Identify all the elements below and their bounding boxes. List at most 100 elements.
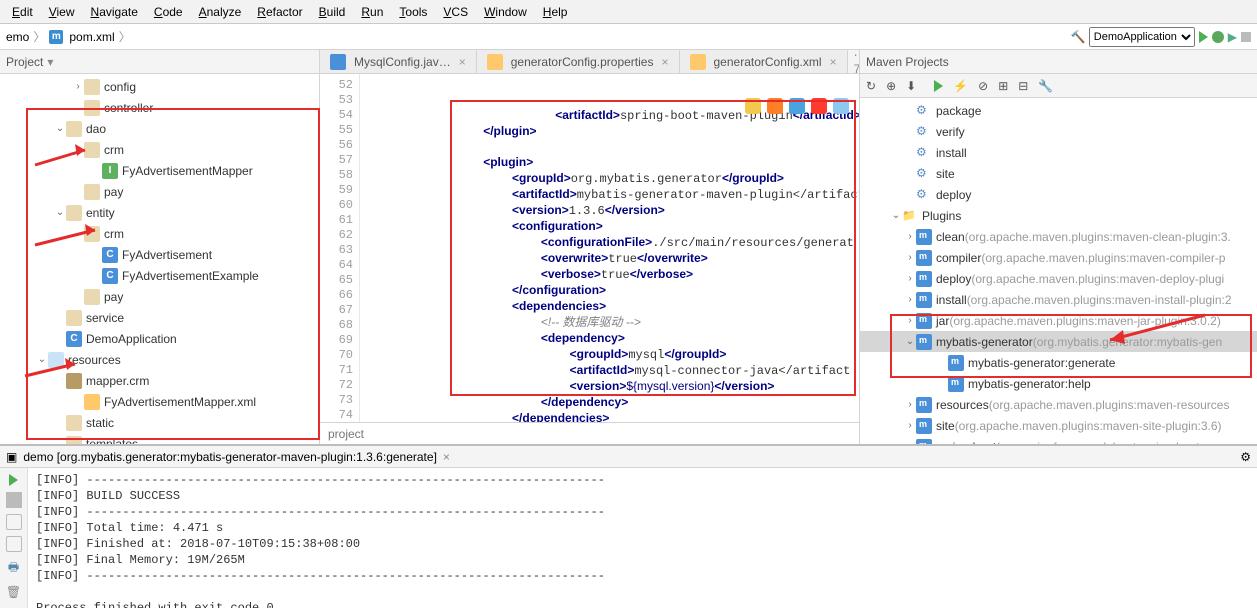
tree-item-dao[interactable]: ⌄dao [0,118,319,139]
opera-icon[interactable] [811,98,827,114]
trash-icon[interactable]: 🗑 [6,585,21,599]
maven-plugin-site[interactable]: ›site (org.apache.maven.plugins:maven-si… [860,415,1257,436]
toggle-icon[interactable] [6,536,22,552]
maven-lifecycle-site[interactable]: site [860,163,1257,184]
tree-item-service[interactable]: service [0,307,319,328]
stop-icon[interactable] [1241,32,1251,42]
rerun-icon[interactable] [9,474,18,486]
maven-exec-icon[interactable]: ⚡ [953,79,968,93]
chevron-icon[interactable]: ⌄ [904,336,916,347]
close-icon[interactable]: × [661,55,668,69]
tree-item-fyadvertisementexample[interactable]: CFyAdvertisementExample [0,265,319,286]
project-panel-header[interactable]: Project ▾ [0,50,319,74]
safari-icon[interactable] [789,98,805,114]
generate-icon[interactable]: ⊕ [886,79,896,93]
tree-item-pay[interactable]: pay [0,181,319,202]
menu-view[interactable]: View [41,3,83,21]
tree-item-config[interactable]: ›config [0,76,319,97]
chevron-icon[interactable]: ⌄ [890,210,902,221]
maven-plugin-mybatis-generator-generate[interactable]: mybatis-generator:generate [860,352,1257,373]
maven-plugin-deploy[interactable]: ›deploy (org.apache.maven.plugins:maven-… [860,268,1257,289]
menu-run[interactable]: Run [353,3,391,21]
menu-refactor[interactable]: Refactor [249,3,310,21]
chevron-icon[interactable]: › [904,273,916,284]
chevron-icon[interactable]: › [904,231,916,242]
maven-run-icon[interactable] [934,80,943,92]
tree-item-fyadvertisementmapper-xml[interactable]: FyAdvertisementMapper.xml [0,391,319,412]
maven-plugin-resources[interactable]: ›resources (org.apache.maven.plugins:mav… [860,394,1257,415]
edge-icon[interactable] [833,98,849,114]
maven-plugin-compiler[interactable]: ›compiler (org.apache.maven.plugins:mave… [860,247,1257,268]
chevron-icon[interactable]: › [904,420,916,431]
close-icon[interactable]: × [443,450,450,464]
menu-navigate[interactable]: Navigate [83,3,146,21]
collapse-icon[interactable]: ⊟ [1018,79,1028,93]
maven-plugin-jar[interactable]: ›jar (org.apache.maven.plugins:maven-jar… [860,310,1257,331]
chevron-icon[interactable]: ⌄ [72,228,84,239]
chevron-icon[interactable]: ⌄ [54,207,66,218]
chevron-icon[interactable]: ⌄ [72,144,84,155]
close-icon[interactable]: × [459,55,466,69]
tree-item-entity[interactable]: ⌄entity [0,202,319,223]
tree-item-controller[interactable]: controller [0,97,319,118]
editor-tab[interactable]: MysqlConfig.jav…× [320,50,477,73]
chevron-icon[interactable]: › [904,315,916,326]
menu-help[interactable]: Help [535,3,576,21]
maven-plugin-mybatis-generator[interactable]: ⌄mybatis-generator (org.mybatis.generato… [860,331,1257,352]
chevron-icon[interactable]: › [904,294,916,305]
menu-tools[interactable]: Tools [391,3,435,21]
maven-plugin-clean[interactable]: ›clean (org.apache.maven.plugins:maven-c… [860,226,1257,247]
chevron-icon[interactable]: › [904,399,916,410]
tree-item-demoapplication[interactable]: CDemoApplication [0,328,319,349]
tree-item-fyadvertisementmapper[interactable]: IFyAdvertisementMapper [0,160,319,181]
editor-tab[interactable]: generatorConfig.properties× [477,50,680,73]
settings-icon[interactable]: ⚙ [1240,450,1251,464]
chevron-icon[interactable]: ⌄ [54,123,66,134]
editor-body[interactable]: 5253545556575859606162636465666768697071… [320,74,859,422]
tree-item-fyadvertisement[interactable]: CFyAdvertisement [0,244,319,265]
chevron-icon[interactable]: › [72,81,84,92]
dropdown-icon[interactable]: ▾ [47,55,53,69]
print-icon[interactable]: 🖶 [8,558,19,579]
chevron-icon[interactable]: › [904,252,916,263]
tree-item-mapper-crm[interactable]: mapper.crm [0,370,319,391]
editor-breadcrumb-bottom[interactable]: project [320,422,859,444]
maven-lifecycle-package[interactable]: package [860,100,1257,121]
tree-item-resources[interactable]: ⌄resources [0,349,319,370]
show-deps-icon[interactable]: ⊞ [998,79,1008,93]
tree-item-templates[interactable]: templates [0,433,319,444]
menu-edit[interactable]: Edit [4,3,41,21]
chrome-icon[interactable] [745,98,761,114]
project-tree[interactable]: ›configcontroller⌄dao ⌄crm IFyAdvertisemen… [0,74,319,444]
menu-build[interactable]: Build [311,3,354,21]
chevron-icon[interactable]: › [904,441,916,444]
menu-window[interactable]: Window [476,3,535,21]
tree-item-crm[interactable]: ⌄crm [0,223,319,244]
console-run-label[interactable]: demo [org.mybatis.generator:mybatis-gene… [23,450,437,464]
maven-lifecycle-install[interactable]: install [860,142,1257,163]
editor-tab[interactable]: generatorConfig.xml× [680,50,848,73]
menu-code[interactable]: Code [146,3,191,21]
console-output[interactable]: [INFO] ---------------------------------… [28,468,1257,608]
maven-plugin-install[interactable]: ›install (org.apache.maven.plugins:maven… [860,289,1257,310]
breadcrumb-file[interactable]: pom.xml [69,30,114,44]
build-icon[interactable]: 🔨 [1071,30,1085,44]
run-icon[interactable] [1199,31,1208,43]
tree-item-pay[interactable]: pay [0,286,319,307]
settings-icon[interactable]: 🔧 [1038,79,1053,93]
maven-plugin-mybatis-generator-help[interactable]: mybatis-generator:help [860,373,1257,394]
breadcrumb-root[interactable]: emo [6,30,29,44]
reimport-icon[interactable]: ↻ [866,79,876,93]
maven-tree[interactable]: packageverifyinstallsitedeploy⌄Plugins›c… [860,98,1257,444]
toggle-offline-icon[interactable]: ⊘ [978,79,988,93]
toggle-icon[interactable] [6,514,22,530]
close-icon[interactable]: × [830,55,837,69]
editor-code[interactable]: <artifactId>spring-boot-maven-plugin</ar… [360,74,859,422]
tree-item-static[interactable]: static [0,412,319,433]
firefox-icon[interactable] [767,98,783,114]
menu-vcs[interactable]: VCS [435,3,476,21]
maven-plugins-folder[interactable]: ⌄Plugins [860,205,1257,226]
coverage-icon[interactable]: ▶ [1228,30,1237,44]
download-icon[interactable]: ⬇ [906,79,916,93]
run-config-select[interactable]: DemoApplication [1089,27,1195,47]
